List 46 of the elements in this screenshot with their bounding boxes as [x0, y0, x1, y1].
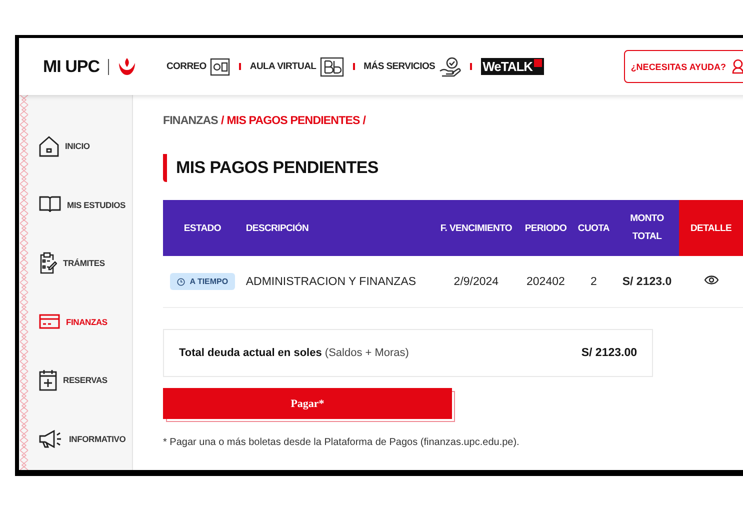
total-amount: S/ 2123.00	[581, 347, 637, 359]
column-header: DETALLE	[679, 200, 743, 256]
pay-button[interactable]: Pagar*	[163, 388, 452, 419]
table-cell: S/ 2123.0	[615, 256, 679, 308]
hand-check-icon	[439, 56, 462, 76]
column-header: ESTADO	[163, 200, 242, 256]
megaphone-icon	[39, 430, 63, 448]
nav-link[interactable]: CORREO	[166, 58, 230, 76]
page-title: MIS PAGOS PENDIENTES	[163, 154, 743, 182]
clipboard-icon	[39, 252, 57, 274]
sidebar-item[interactable]: RESERVAS	[39, 351, 126, 410]
sidebar-item[interactable]: INICIO	[39, 117, 126, 176]
table-cell: ADMINISTRACION Y FINANZAS	[242, 256, 434, 308]
column-header: PERIODO	[518, 200, 572, 256]
nav-link[interactable]: AULA VIRTUAL	[250, 56, 344, 76]
logo-text[interactable]: MI UPC	[43, 56, 100, 76]
wetalk-logo[interactable]: WeTALK	[480, 58, 544, 75]
column-header: DESCRIPCIÓN	[242, 200, 434, 256]
eye-icon[interactable]	[704, 275, 718, 285]
table-cell: 202402	[518, 256, 572, 308]
breadcrumb-link[interactable]: FINANZAS	[163, 115, 218, 127]
breadcrumb-separator: /	[362, 115, 366, 127]
credit-card-icon	[39, 314, 60, 330]
breadcrumb-separator: /	[220, 115, 224, 127]
total-label: Total deuda actual en soles (Saldos + Moras)	[179, 347, 409, 359]
logo-icon	[116, 56, 136, 76]
footnote: * Pagar una o más boletas desde la Plataforma de Pagos (finanzas.upc.edu.pe).	[163, 437, 520, 448]
bb-icon	[320, 56, 344, 76]
sidebar-item[interactable]: INFORMATIVO	[39, 410, 126, 468]
breadcrumb-link[interactable]: MIS PAGOS PENDIENTES	[226, 115, 360, 127]
home-icon	[39, 136, 59, 157]
column-header: CUOTA	[572, 200, 615, 256]
mail-icon	[210, 58, 230, 76]
calendar-plus-icon	[39, 369, 57, 392]
clock-icon	[176, 278, 185, 286]
table-cell: 2/9/2024	[433, 256, 519, 308]
help-button[interactable]: ¿NECESITAS AYUDA?	[624, 50, 743, 83]
book-icon	[39, 196, 61, 214]
table-cell: 2	[572, 256, 615, 308]
column-header: MONTO TOTAL	[615, 200, 679, 256]
sidebar-item[interactable]: MIS ESTUDIOS	[39, 176, 126, 234]
sidebar-item[interactable]: TRÁMITES	[39, 234, 126, 292]
sidebar-item[interactable]: FINANZAS	[39, 292, 126, 351]
nav-link[interactable]: MÁS SERVICIOS	[364, 56, 462, 76]
column-header: F. VENCIMIENTO	[433, 200, 519, 256]
status-badge: A TIEMPO	[170, 273, 236, 290]
